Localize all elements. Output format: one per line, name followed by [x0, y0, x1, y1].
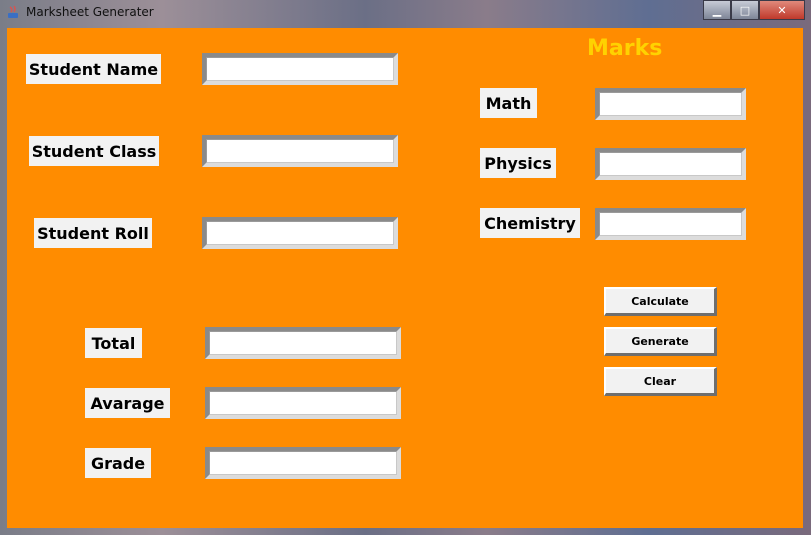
student-name-input[interactable] [206, 57, 394, 81]
math-label: Math [480, 88, 537, 118]
chemistry-input[interactable] [599, 212, 742, 236]
physics-field-frame [595, 148, 746, 180]
student-name-label: Student Name [26, 54, 161, 84]
student-roll-input[interactable] [206, 221, 394, 245]
chemistry-label: Chemistry [480, 208, 580, 238]
average-field-frame [205, 387, 401, 419]
average-label: Avarage [85, 388, 170, 418]
window-controls: ▁ □ ✕ [703, 0, 805, 20]
total-field-frame [205, 327, 401, 359]
generate-button[interactable]: Generate [604, 327, 717, 356]
chemistry-field-frame [595, 208, 746, 240]
close-icon: ✕ [777, 3, 787, 17]
physics-label: Physics [480, 148, 556, 178]
window-frame: Marksheet Generater ▁ □ ✕ Student Name S… [0, 0, 811, 535]
student-roll-field-frame [202, 217, 398, 249]
student-class-field-frame [202, 135, 398, 167]
grade-input[interactable] [209, 451, 397, 475]
student-roll-label: Student Roll [34, 218, 152, 248]
maximize-icon: □ [739, 3, 751, 17]
student-class-input[interactable] [206, 139, 394, 163]
grade-field-frame [205, 447, 401, 479]
math-field-frame [595, 88, 746, 120]
student-name-field-frame [202, 53, 398, 85]
marks-heading: Marks [587, 36, 663, 61]
minimize-button[interactable]: ▁ [703, 0, 731, 20]
average-input[interactable] [209, 391, 397, 415]
total-input[interactable] [209, 331, 397, 355]
minimize-icon: ▁ [712, 3, 722, 17]
close-button[interactable]: ✕ [759, 0, 805, 20]
clear-button[interactable]: Clear [604, 367, 717, 396]
student-class-label: Student Class [29, 136, 159, 166]
form-panel: Student Name Student Class Student Roll … [7, 28, 803, 528]
java-app-icon [8, 5, 18, 18]
grade-label: Grade [85, 448, 151, 478]
physics-input[interactable] [599, 152, 742, 176]
calculate-button[interactable]: Calculate [604, 287, 717, 316]
maximize-button[interactable]: □ [731, 0, 759, 20]
window-title: Marksheet Generater [26, 5, 154, 19]
title-bar[interactable]: Marksheet Generater ▁ □ ✕ [0, 0, 811, 26]
total-label: Total [85, 328, 142, 358]
math-input[interactable] [599, 92, 742, 116]
